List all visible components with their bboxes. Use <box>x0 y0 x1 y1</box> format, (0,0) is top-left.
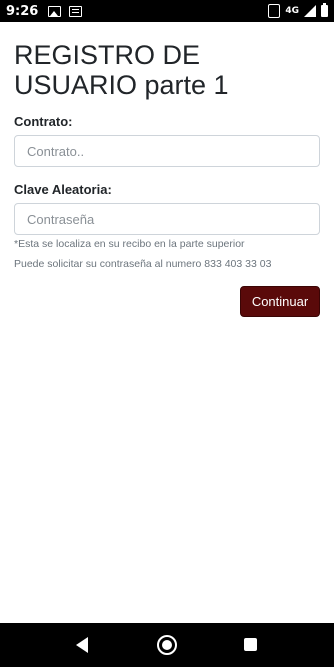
random-key-input[interactable] <box>14 203 320 235</box>
recents-icon[interactable] <box>244 638 257 651</box>
signal-icon <box>304 5 316 17</box>
status-time: 9:26 <box>6 3 39 19</box>
help-text-location: *Esta se localiza en su recibo en la par… <box>14 238 245 250</box>
registration-form: REGISTRO DE USUARIO parte 1 Contrato: Cl… <box>14 40 320 317</box>
home-icon[interactable] <box>157 635 177 655</box>
help-text-phone: Puede solicitar su contraseña al numero … <box>14 258 272 270</box>
message-icon <box>69 5 83 17</box>
status-bar: 9:26 4G <box>0 0 334 22</box>
network-type: 4G <box>285 6 299 16</box>
image-icon <box>48 5 62 17</box>
contract-label: Contrato: <box>14 114 73 129</box>
vibrate-icon <box>268 4 281 18</box>
random-key-label: Clave Aleatoria: <box>14 182 112 197</box>
battery-icon <box>321 3 328 17</box>
back-icon[interactable] <box>76 637 88 653</box>
continue-button[interactable]: Continuar <box>240 286 320 317</box>
contract-input[interactable] <box>14 135 320 167</box>
system-nav-bar <box>0 623 334 667</box>
page-title: REGISTRO DE USUARIO parte 1 <box>14 40 229 100</box>
